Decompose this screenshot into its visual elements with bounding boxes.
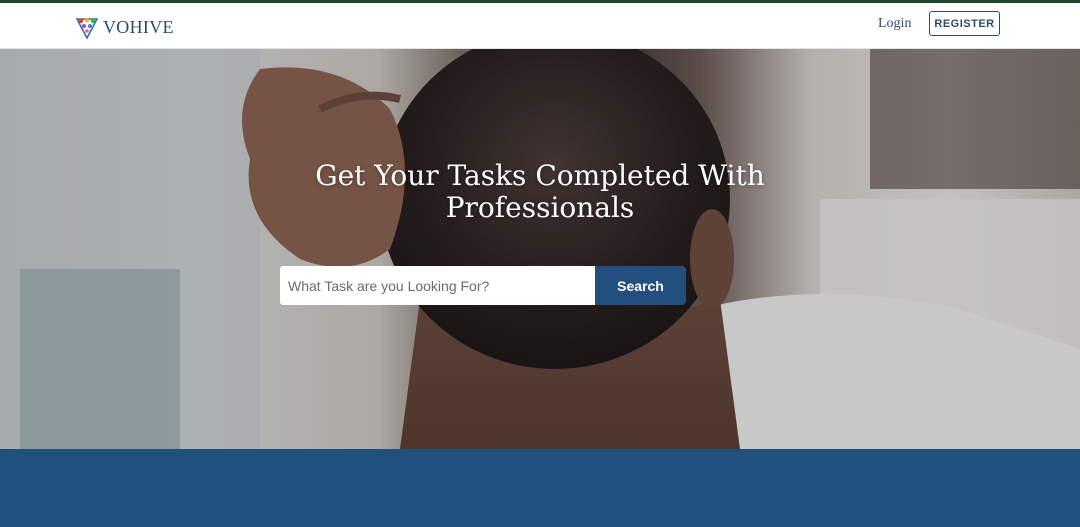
login-link[interactable]: Login bbox=[878, 16, 911, 32]
register-button[interactable]: REGISTER bbox=[929, 11, 1000, 36]
search-button[interactable]: Search bbox=[595, 266, 686, 305]
task-search-input[interactable] bbox=[280, 266, 595, 305]
hero-title: Get Your Tasks Completed With Profession… bbox=[315, 159, 765, 224]
blue-section-band bbox=[0, 449, 1080, 527]
navbar: VOHIVE Login REGISTER bbox=[0, 3, 1080, 49]
hero-section: Get Your Tasks Completed With Profession… bbox=[0, 49, 1080, 449]
brand-name[interactable]: VOHIVE bbox=[103, 17, 174, 38]
triangle-logo-icon[interactable] bbox=[75, 16, 99, 40]
